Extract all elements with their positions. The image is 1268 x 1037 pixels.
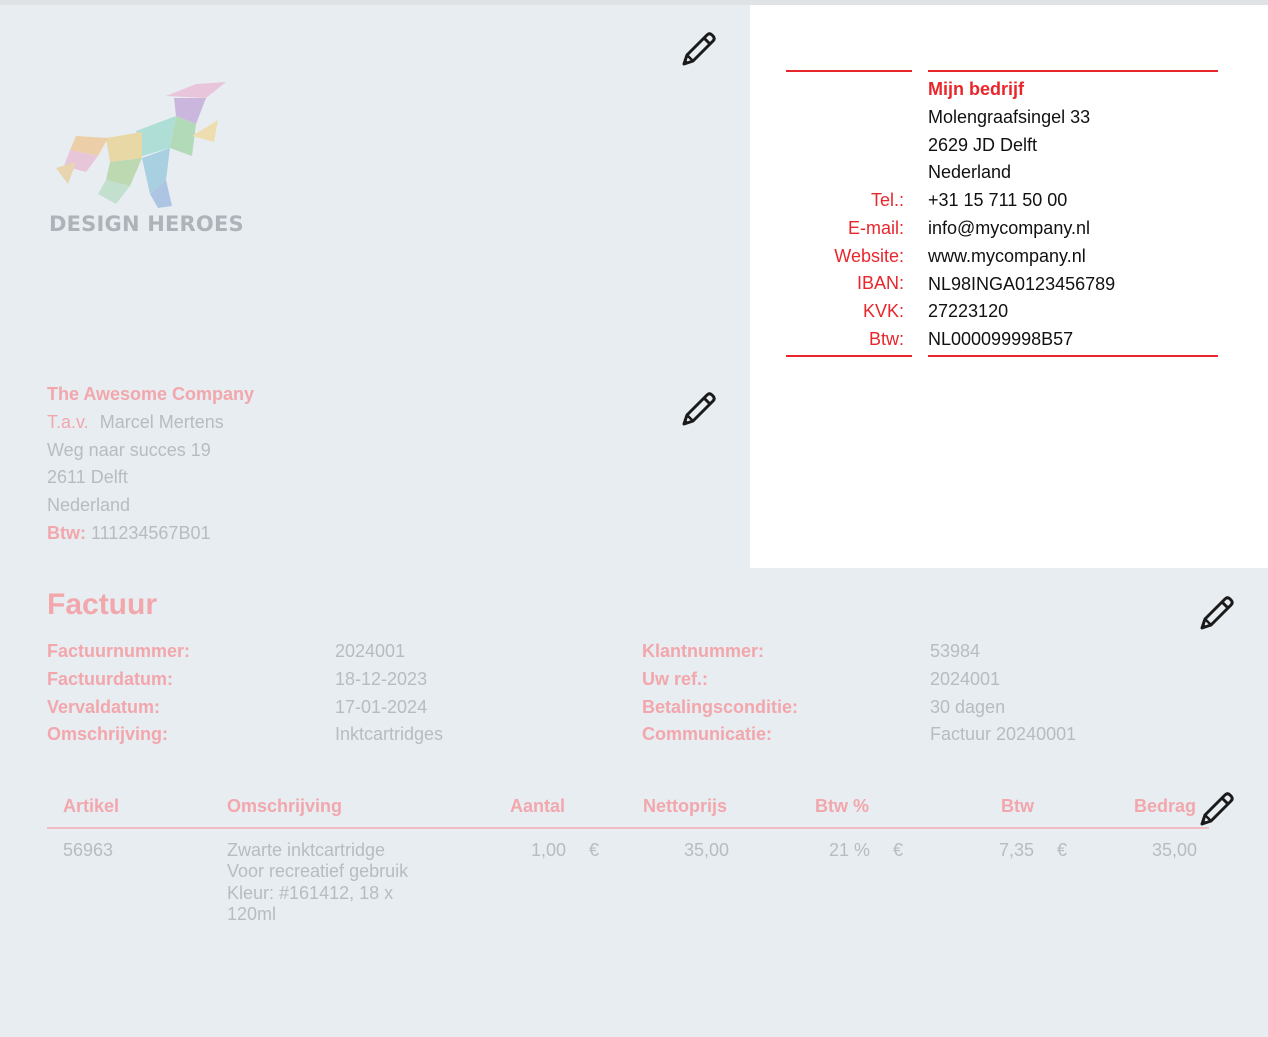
company-address: Mijn bedrijf Molengraafsingel 33 2629 JD… — [928, 76, 1115, 354]
company-phone-value: +31 15 711 50 00 — [928, 190, 1068, 211]
logo-text: DESIGN HEROES — [49, 212, 244, 236]
customer-vat-value: 111234567B01 — [91, 522, 211, 543]
col-header-aantal: Aantal — [510, 796, 566, 816]
cell-btw: 7,35 — [999, 840, 1035, 860]
company-iban-value: NL98INGA0123456789 — [928, 273, 1116, 294]
col-header-btw: Btw — [1001, 796, 1034, 816]
col-header-artikel: Artikel — [63, 796, 120, 816]
attention-name: Marcel Mertens — [99, 411, 224, 432]
customer-number-label: Klantnummer: — [642, 641, 765, 661]
customer-number-value: 53984 — [930, 641, 981, 661]
customer-vat-label: Btw: — [47, 522, 86, 543]
communication-value: Factuur 20240001 — [930, 724, 1077, 744]
customer-street: Weg naar succes 19 — [47, 439, 211, 460]
edit-logo-button[interactable] — [676, 28, 720, 72]
meta-label-right: Uw ref.: — [642, 666, 708, 694]
company-divider-bottom-left — [786, 355, 912, 357]
company-website-label: Website: — [834, 245, 904, 266]
cell-omschrijving-line1: Zwarte inktcartridge — [227, 840, 386, 860]
cell-omschrijving-line4: 120ml — [227, 904, 277, 924]
col-header-bedrag: Bedrag — [1134, 796, 1197, 816]
meta-label-left: Vervaldatum: — [47, 694, 160, 722]
attention-label: T.a.v. — [47, 411, 89, 432]
company-vat-value: NL000099998B57 — [928, 329, 1074, 350]
cell-omschrijving-line2: Voor recreatief gebruik — [227, 861, 409, 881]
edit-invoice-details-button[interactable] — [1194, 592, 1238, 636]
pencil-icon — [1200, 596, 1234, 630]
company-vat-label: Btw: — [868, 328, 904, 349]
company-phone-label: Tel.: — [870, 190, 904, 210]
company-email-value: info@mycompany.nl — [928, 217, 1090, 238]
payment-terms-value: 30 dagen — [930, 697, 1006, 717]
pencil-icon — [1200, 792, 1234, 826]
col-header-omschrijving: Omschrijving — [227, 796, 343, 816]
cell-omschrijving-line3: Kleur: #161412, 18 x — [227, 883, 394, 903]
company-kvk-value: 27223120 — [928, 301, 1009, 322]
invoice-title: Factuur — [47, 588, 158, 621]
customer-vat: Btw: 111234567B01 — [47, 520, 254, 548]
description-label: Omschrijving: — [47, 724, 169, 744]
cell-bedrag: 35,00 — [1152, 840, 1198, 860]
company-country: Nederland — [928, 162, 1012, 183]
company-website-value: www.mycompany.nl — [928, 245, 1086, 266]
edit-table-button[interactable] — [1194, 788, 1238, 832]
company-logo: DESIGN HEROES — [46, 76, 244, 246]
invoice-date-value: 18-12-2023 — [335, 669, 428, 689]
company-email-label: E-mail: — [847, 217, 904, 238]
col-header-btw-pct: Btw % — [815, 796, 869, 816]
your-ref-label: Uw ref.: — [642, 669, 709, 689]
due-date-value: 17-01-2024 — [335, 697, 428, 717]
due-date-label: Vervaldatum: — [47, 697, 161, 717]
meta-label-left: Factuurdatum: — [47, 666, 173, 694]
meta-label-right: Betalingsconditie: — [642, 694, 798, 722]
meta-label-right: Communicatie: — [642, 721, 772, 749]
cell-btw-pct: 21 % — [829, 840, 871, 860]
payment-terms-label: Betalingsconditie: — [642, 697, 799, 717]
meta-label-left: Factuurnummer: — [47, 638, 190, 666]
pencil-icon — [682, 32, 716, 66]
company-divider-top-left — [786, 70, 912, 72]
cell-currency: € — [1057, 840, 1068, 860]
company-iban-label: IBAN: — [856, 273, 904, 294]
customer-attention: T.a.v. Marcel Mertens — [47, 409, 254, 437]
cell-nettoprijs: 35,00 — [684, 840, 730, 860]
your-ref-value: 2024001 — [930, 669, 1001, 689]
company-street: Molengraafsingel 33 — [928, 106, 1091, 127]
customer-city: 2611 Delft — [47, 467, 128, 488]
cell-currency: € — [893, 840, 904, 860]
company-kvk-label: KVK: — [862, 301, 904, 322]
pencil-icon — [682, 392, 716, 426]
meta-label-left: Omschrijving: — [47, 721, 168, 749]
cell-artikel: 56963 — [63, 840, 114, 860]
meta-label-right: Klantnummer: — [642, 638, 764, 666]
company-city: 2629 JD Delft — [928, 134, 1038, 155]
invoice-number-label: Factuurnummer: — [47, 641, 191, 661]
cell-aantal: 1,00 — [531, 840, 567, 860]
invoice-number-value: 2024001 — [335, 641, 406, 661]
cell-currency: € — [589, 840, 600, 860]
company-divider-top-right — [928, 70, 1218, 72]
col-header-nettoprijs: Nettoprijs — [643, 796, 728, 816]
description-value: Inktcartridges — [335, 724, 444, 744]
unicorn-logo-icon — [56, 82, 226, 208]
invoice-date-label: Factuurdatum: — [47, 669, 173, 689]
communication-label: Communicatie: — [642, 724, 773, 744]
company-contact-labels: Tel.: E-mail: Website: IBAN: KVK: Btw: — [786, 187, 904, 354]
table-header-divider — [47, 827, 1209, 829]
edit-customer-button[interactable] — [676, 388, 720, 432]
company-divider-bottom-right — [928, 355, 1218, 357]
customer-country: Nederland — [47, 495, 131, 516]
customer-address: The Awesome Company T.a.v. Marcel Merten… — [47, 381, 254, 548]
company-name: Mijn bedrijf — [928, 79, 1024, 99]
customer-name: The Awesome Company — [47, 384, 255, 404]
